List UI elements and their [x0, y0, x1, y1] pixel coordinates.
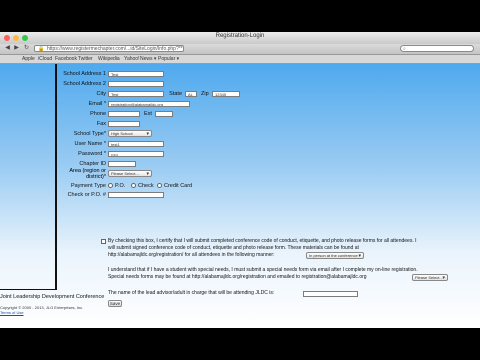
bookmark-item[interactable]: Apple: [22, 56, 35, 62]
fax-label: Fax: [96, 121, 106, 127]
school-type-select[interactable]: High School: [108, 130, 152, 137]
ext-input[interactable]: [155, 111, 173, 117]
terms-of-use-link[interactable]: Terms of Use: [0, 310, 24, 315]
advisor-name-input[interactable]: [303, 291, 358, 297]
address-bar[interactable]: 🔒 https://www.registermechapter.com/...i…: [34, 45, 184, 52]
payment-credit-card-label: Credit Card: [164, 183, 193, 189]
state-input[interactable]: AL: [185, 91, 197, 97]
zip-input[interactable]: 12345: [212, 91, 240, 97]
forward-button[interactable]: ▶: [12, 45, 21, 52]
bookmark-item[interactable]: Popular ▾: [158, 56, 179, 62]
special-needs-text-line2: Special needs forms may be found at http…: [108, 274, 367, 280]
ext-label: Ext: [144, 111, 152, 117]
bookmark-item[interactable]: Yahoo!: [124, 56, 139, 62]
password-label: Password *: [78, 151, 106, 157]
address1-input[interactable]: Test: [108, 71, 164, 77]
password-input[interactable]: •••••: [108, 151, 164, 157]
bookmark-item[interactable]: News ▾: [140, 56, 156, 62]
search-icon: ⌕: [403, 46, 406, 52]
phone-input[interactable]: [108, 111, 140, 117]
special-needs-select[interactable]: Please Select...: [412, 274, 448, 281]
email-label: Email *: [88, 101, 106, 107]
registration-page: School Address 1 Test School Address 2 C…: [0, 64, 480, 328]
bookmark-item[interactable]: iCloud: [38, 56, 52, 62]
agreement-text-line2: will submit signed conference code of co…: [108, 245, 359, 251]
lock-icon: 🔒: [38, 46, 45, 52]
url-text: https://www.registermechapter.com/...id/…: [47, 46, 183, 52]
school-type-label: School Type*: [73, 131, 106, 137]
bookmarks-bar: Apple iCloud Facebook Twitter Wikipedia …: [0, 55, 480, 64]
advisor-prompt: The name of the lead advisor/adult in ch…: [108, 290, 275, 296]
footer-conference-name: Joint Leadership Development Conference: [0, 294, 105, 300]
fax-input[interactable]: [108, 121, 140, 127]
reload-button[interactable]: ↻: [22, 45, 31, 52]
email-input[interactable]: registration@alabamajldc.org: [108, 101, 190, 107]
window-title: Registration-Login: [215, 33, 265, 39]
chapter-id-label: Chapter ID: [79, 161, 106, 167]
search-field[interactable]: ⌕: [400, 45, 474, 52]
city-label: City: [96, 91, 106, 97]
address2-input[interactable]: [108, 81, 164, 87]
bookmark-item[interactable]: Wikipedia: [98, 56, 120, 62]
payment-credit-card-radio[interactable]: [157, 183, 162, 188]
special-needs-text-line1: I understand that if I have a student wi…: [108, 267, 418, 273]
address1-label: School Address 1: [63, 71, 106, 77]
area-label-line2: district)*: [86, 174, 106, 180]
phone-label: Phone: [90, 111, 106, 117]
browser-toolbar: ◀ ▶ ↻ 🔒 https://www.registermechapter.co…: [0, 44, 480, 55]
state-label: State: [169, 91, 182, 97]
save-button[interactable]: Save: [108, 300, 122, 307]
payment-po-radio[interactable]: [108, 183, 113, 188]
address2-label: School Address 2: [63, 81, 106, 87]
username-input[interactable]: test1: [108, 141, 164, 147]
payment-check-label: Check: [138, 183, 154, 189]
agreement-text-line1: By checking this box, I certify that I w…: [108, 238, 417, 244]
check-po-input[interactable]: [108, 192, 164, 198]
chapter-id-input[interactable]: [108, 161, 136, 167]
payment-po-label: P.O.: [115, 183, 126, 189]
screen: Registration-Login ◀ ▶ ↻ 🔒 https://www.r…: [0, 32, 480, 328]
payment-check-radio[interactable]: [131, 183, 136, 188]
agreement-text-line3: http://alabamajldc.org/registration/ for…: [108, 252, 275, 258]
back-button[interactable]: ◀: [3, 45, 12, 52]
agreement-checkbox[interactable]: [101, 239, 106, 244]
bookmark-item[interactable]: Twitter: [78, 56, 93, 62]
username-label: User Name *: [74, 141, 106, 147]
completion-method-select[interactable]: In person at the conference: [306, 252, 364, 259]
city-input[interactable]: Test: [108, 91, 164, 97]
check-po-label: Check or P.O. #: [67, 192, 106, 198]
bookmark-item[interactable]: Facebook: [55, 56, 77, 62]
left-sidebar-panel: [0, 64, 57, 290]
zip-label-text: Zip: [201, 91, 209, 97]
payment-type-label: Payment Type: [70, 183, 106, 189]
area-select[interactable]: Please Select...: [108, 170, 152, 177]
